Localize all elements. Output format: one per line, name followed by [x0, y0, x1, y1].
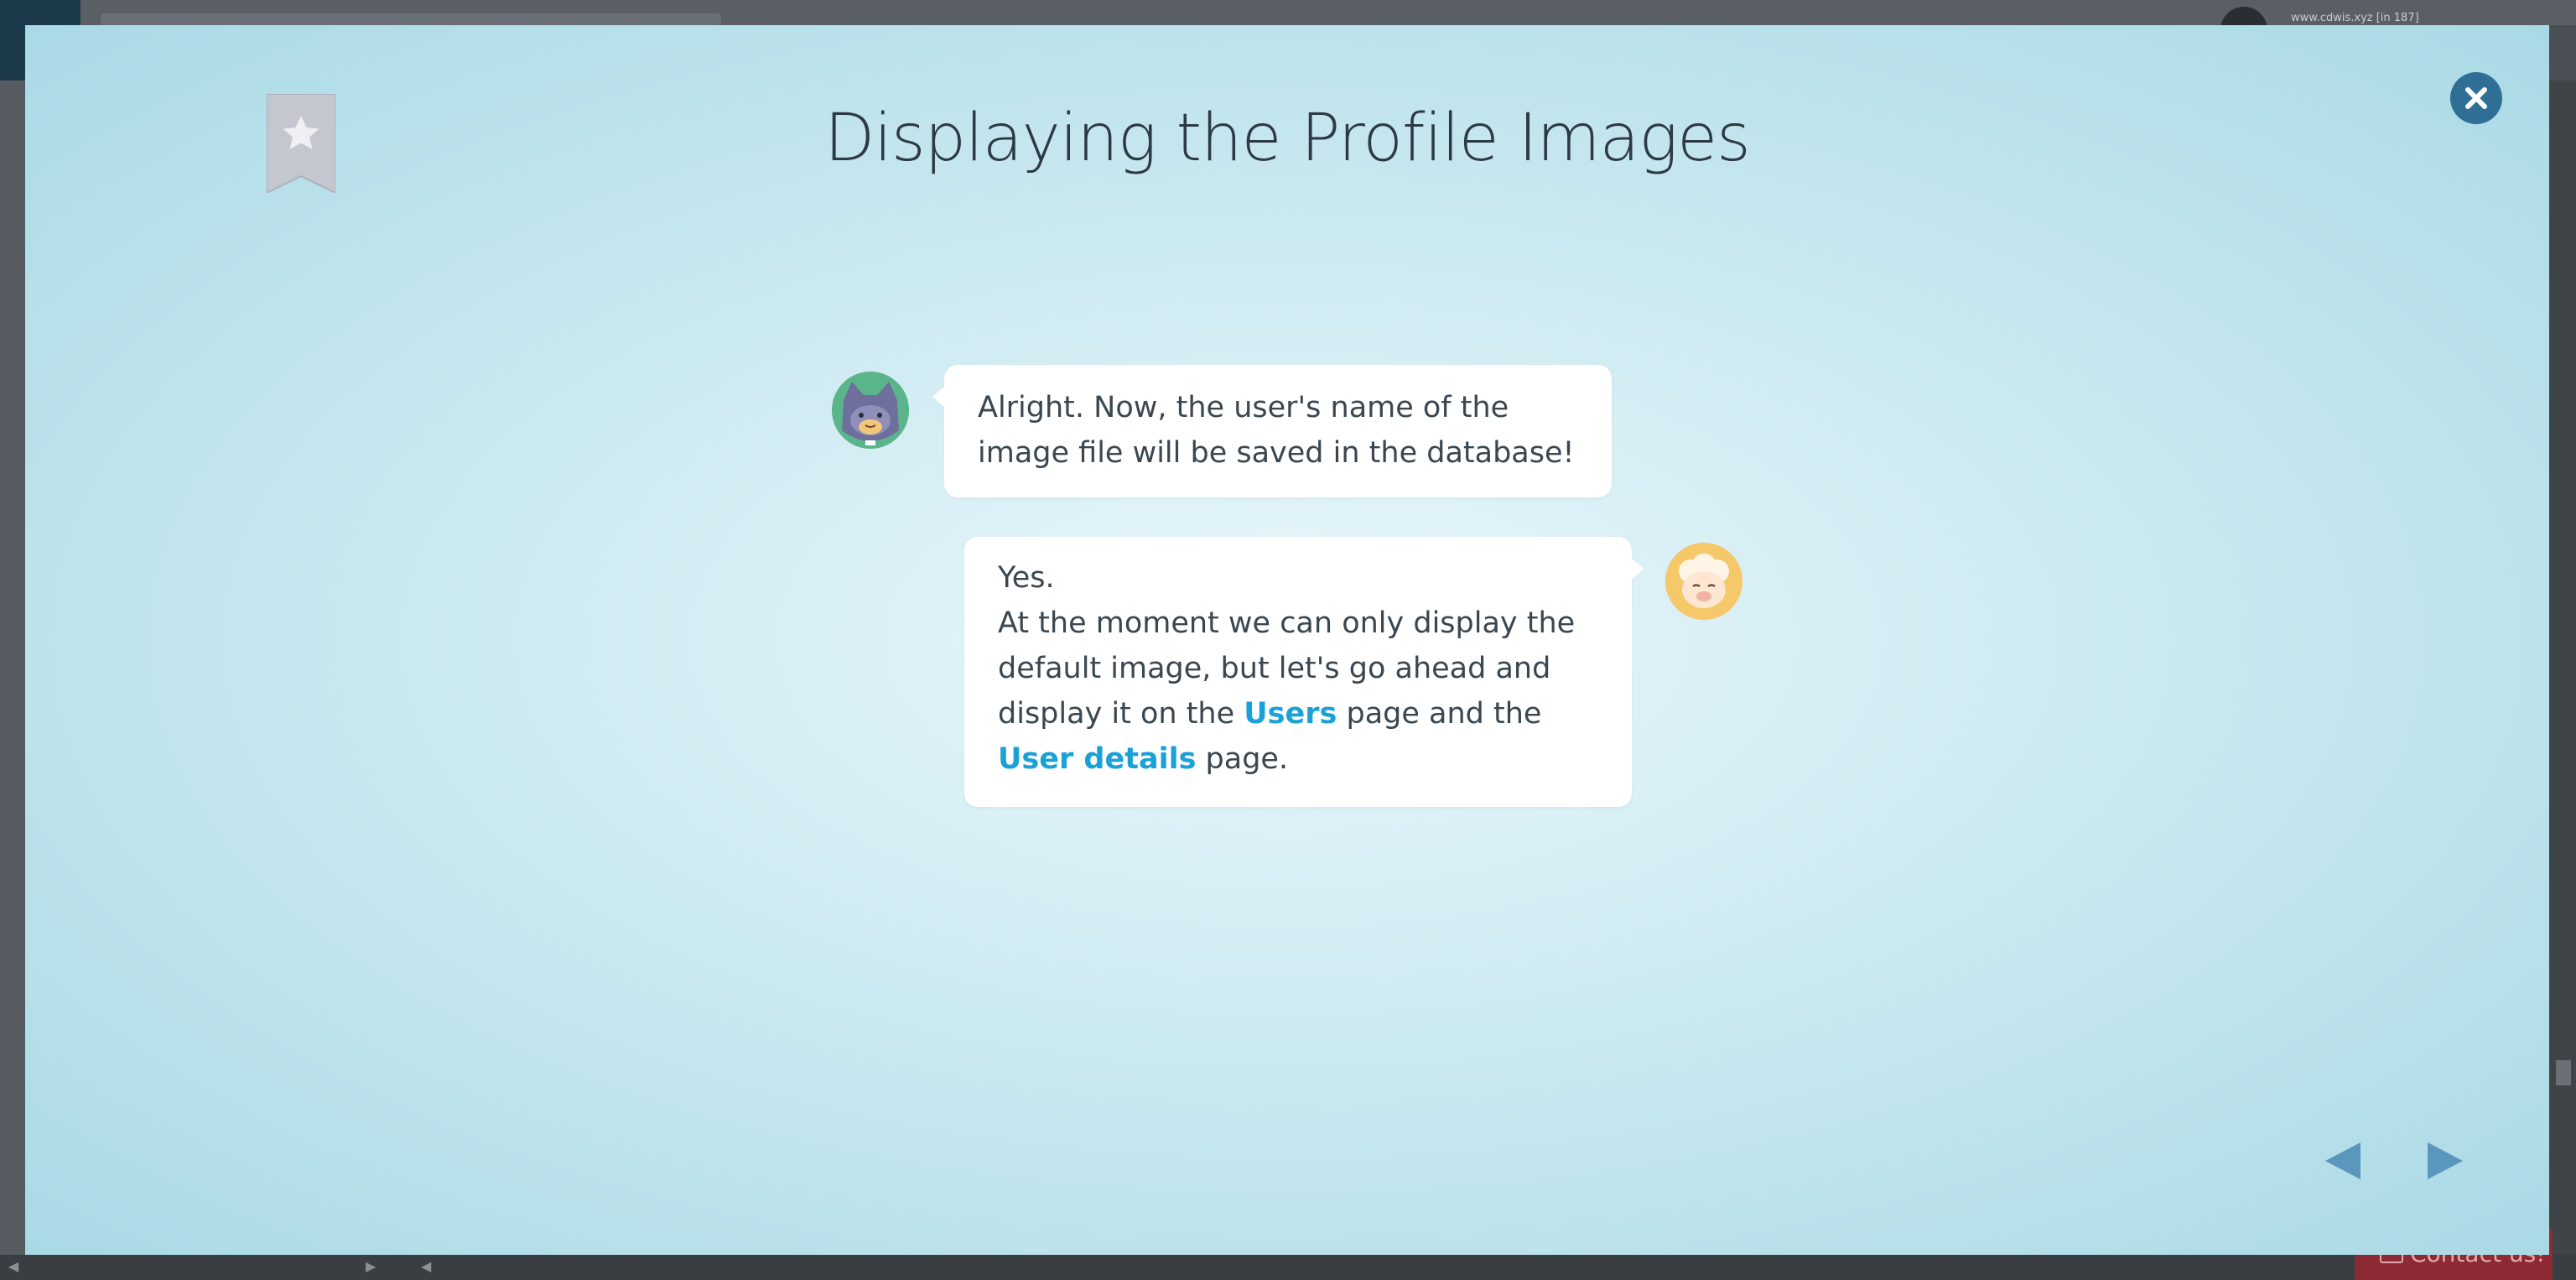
background-scroll-left-icon: ◀	[8, 1258, 19, 1274]
background-scroll-left-icon-2: ◀	[421, 1258, 432, 1274]
background-sidebar	[0, 81, 25, 1280]
chat-bubble-sheep: Yes. At the moment we can only display t…	[964, 537, 1644, 807]
triangle-right-icon	[2428, 1142, 2463, 1179]
background-search-bar	[101, 13, 721, 25]
message-text-part-c: page.	[1196, 742, 1289, 776]
message-text-part-b: page and the	[1337, 697, 1542, 731]
background-scroll-right-icon: ▶	[366, 1258, 377, 1274]
modal-dialog: Displaying the Profile Images Alright. N…	[25, 25, 2549, 1255]
background-scroll-thumb	[2556, 1060, 2571, 1085]
users-page-link: Users	[1244, 697, 1337, 731]
triangle-left-icon	[2325, 1142, 2360, 1179]
message-body: At the moment we can only display the de…	[998, 601, 1598, 782]
chat-thread: Alright. Now, the user's name of the ima…	[25, 25, 2549, 1255]
message-line-1: Yes.	[998, 561, 1055, 595]
next-button[interactable]	[2422, 1137, 2469, 1184]
sheep-avatar	[1665, 543, 1742, 620]
user-details-page-link: User details	[998, 742, 1197, 776]
chat-bubble-cat: Alright. Now, the user's name of the ima…	[932, 365, 1612, 497]
previous-button[interactable]	[2319, 1137, 2366, 1184]
background-scroll-rail	[2549, 81, 2576, 1280]
message-text: Alright. Now, the user's name of the ima…	[978, 391, 1575, 470]
cat-avatar	[832, 372, 909, 449]
background-bottom-bar	[0, 1255, 2576, 1280]
background-url-text: www.cdwis.xyz [in 187]	[2291, 12, 2419, 24]
